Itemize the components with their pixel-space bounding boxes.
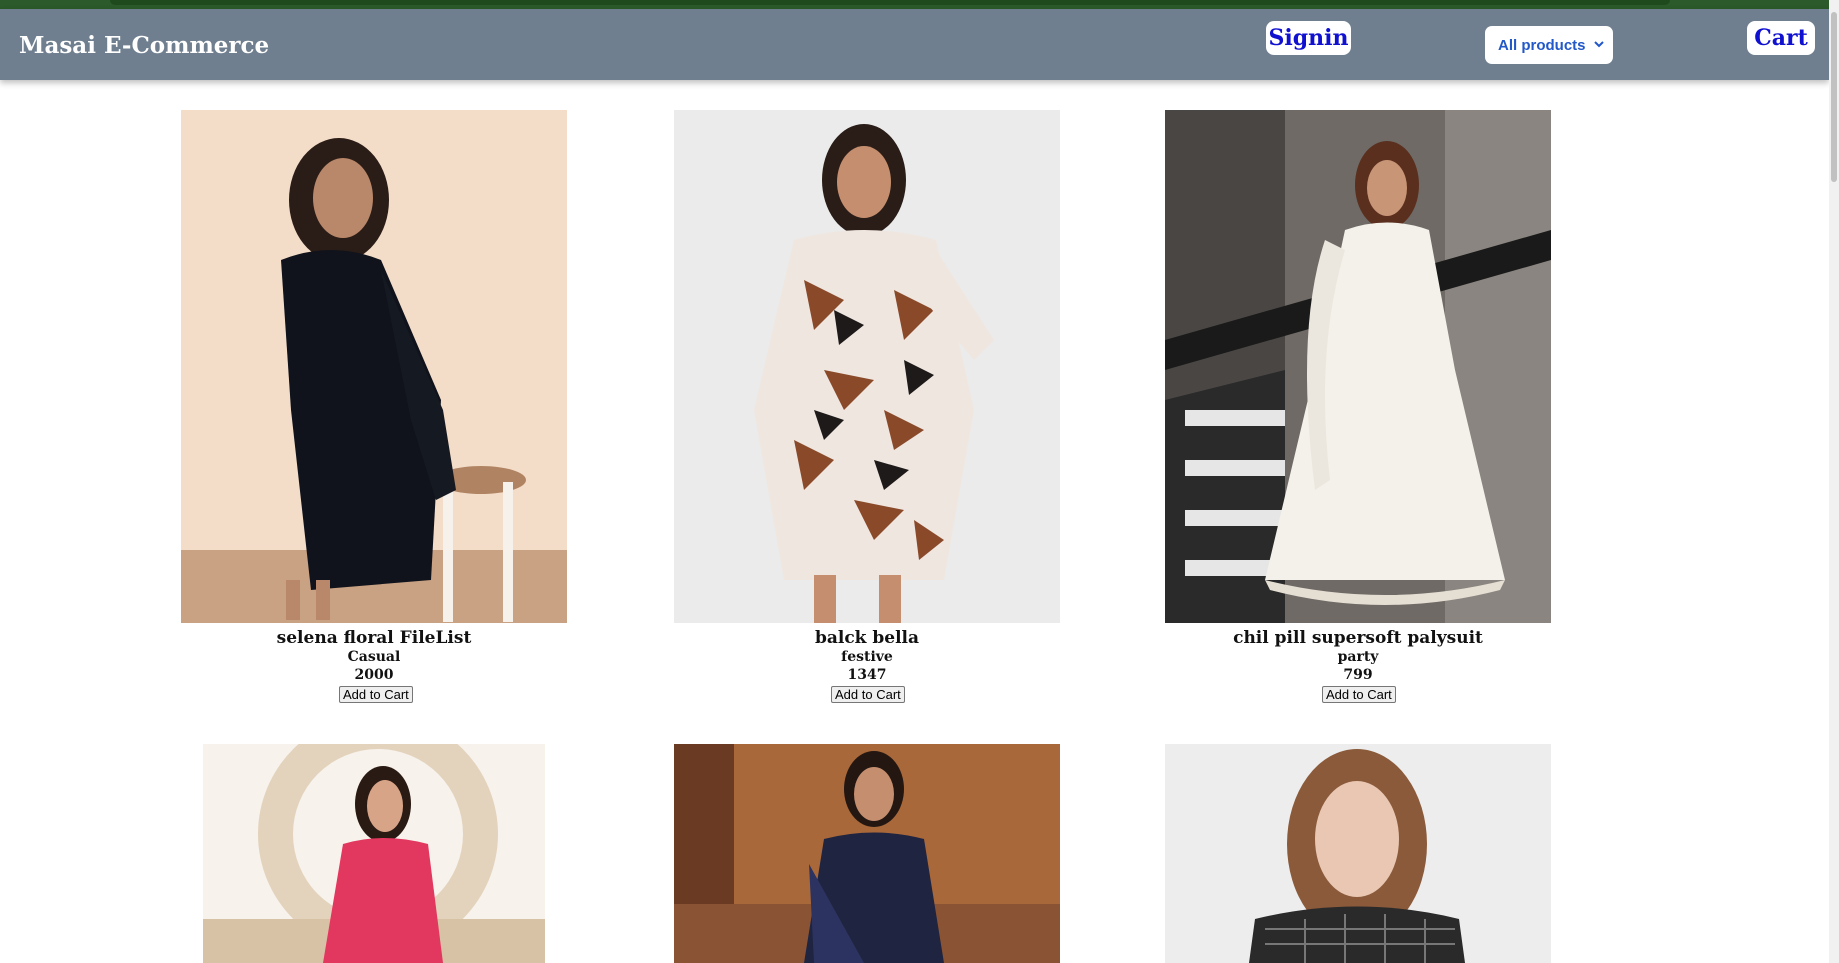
- product-filter-selected-value: All products: [1498, 36, 1586, 54]
- product-photo-white-anarkali: [1165, 110, 1551, 623]
- product-image[interactable]: [181, 110, 567, 623]
- add-to-cart-button[interactable]: Add to Cart: [339, 686, 413, 703]
- cart-button[interactable]: Cart: [1747, 21, 1815, 55]
- add-to-cart-button[interactable]: Add to Cart: [831, 686, 905, 703]
- product-photo-black-dress: [181, 110, 567, 623]
- add-to-cart-button[interactable]: Add to Cart: [1322, 686, 1396, 703]
- signin-button[interactable]: Signin: [1266, 21, 1351, 55]
- product-category: Casual: [347, 649, 401, 665]
- product-image[interactable]: [674, 110, 1060, 623]
- product-photo-printed-dress: [674, 110, 1060, 623]
- navbar: Masai E-Commerce Signin All products Car…: [0, 9, 1829, 80]
- product-card: chil pill supersoft palysuit party 799 A…: [1165, 110, 1551, 710]
- product-photo-navy-suit: [674, 744, 1060, 963]
- product-price: 1347: [847, 667, 887, 683]
- product-photo-pink-kurta: [203, 744, 545, 963]
- product-price: 799: [1343, 667, 1373, 683]
- brand-title[interactable]: Masai E-Commerce: [19, 32, 269, 59]
- product-category: party: [1337, 649, 1379, 665]
- chevron-down-icon: [1594, 41, 1604, 48]
- product-category: festive: [841, 649, 893, 665]
- product-image[interactable]: [1165, 744, 1551, 963]
- browser-top-strip-inner: [110, 0, 1670, 5]
- product-name: balck bella: [814, 628, 920, 648]
- product-image[interactable]: [1165, 110, 1551, 623]
- product-card: balck bella festive 1347 Add to Cart: [674, 110, 1060, 710]
- page-scrollbar[interactable]: [1829, 0, 1839, 963]
- browser-top-strip: [0, 0, 1839, 9]
- product-name: selena floral FileList: [276, 628, 472, 648]
- product-card: selena floral FileList Casual 2000 Add t…: [181, 110, 567, 710]
- product-name: chil pill supersoft palysuit: [1233, 628, 1483, 648]
- product-image[interactable]: [203, 744, 545, 963]
- product-image[interactable]: [674, 744, 1060, 963]
- product-photo-tweed-jacket: [1165, 744, 1551, 963]
- product-filter-select[interactable]: All products: [1485, 26, 1613, 64]
- scrollbar-thumb[interactable]: [1831, 12, 1837, 182]
- product-price: 2000: [354, 667, 394, 683]
